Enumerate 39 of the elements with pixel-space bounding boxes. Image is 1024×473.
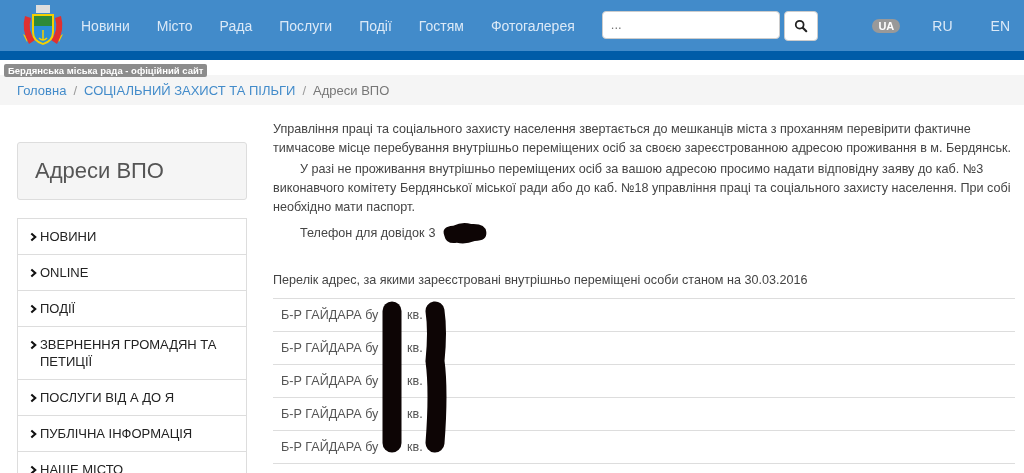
language-link[interactable]: UA <box>872 18 901 33</box>
sidebar-item[interactable]: ПОДІЇ <box>40 300 76 317</box>
address-text: Б-Р ГАЙДАРА бу <box>281 372 379 390</box>
breadcrumb-separator: / <box>302 82 307 98</box>
sidebar-item[interactable]: НОВИНИ <box>40 228 97 245</box>
address-text: Б-Р ГАЙДАРА бу <box>281 405 379 423</box>
phone-number: 3 <box>428 224 436 242</box>
breadcrumb-current: Адреси ВПО <box>313 82 390 98</box>
nav-link[interactable]: Події <box>359 17 392 34</box>
apartment-text: кв. <box>407 339 423 357</box>
address-text: Б-Р ГАЙДАРА бу <box>281 339 379 357</box>
address-text: Б-Р ГАЙДАРА бу <box>281 438 379 456</box>
sidebar-item[interactable]: ПУБЛІЧНА ІНФОРМАЦІЯ <box>40 425 193 442</box>
nav-link[interactable]: Фотогалерея <box>490 17 575 34</box>
breadcrumb-link[interactable]: СОЦІАЛЬНИЙ ЗАХИСТ ТА ПІЛЬГИ <box>84 82 296 98</box>
apartment-text: кв. <box>407 372 423 390</box>
breadcrumb-separator: / <box>73 82 78 98</box>
paragraph: У разі не проживання внутрішньо переміщених осіб за вашою адресою просимо надати відповідну заяву до каб. №3 виконавчого комітету Бердянської міської ради або до каб. №18 управління праці та соціального захисту населення. При собі необхідно мати паспорт. <box>273 161 1012 216</box>
sidebar-item[interactable]: ONLINE <box>40 264 89 281</box>
language-link[interactable]: EN <box>984 16 1016 35</box>
search-field[interactable]: ... <box>601 10 780 39</box>
breadcrumb-link[interactable]: Головна <box>17 82 67 98</box>
phone-label: Телефон для довідок <box>300 224 425 242</box>
nav-link[interactable]: Послуги <box>279 17 333 34</box>
apartment-text: кв. <box>407 306 423 324</box>
apartment-text: кв. <box>407 405 423 423</box>
nav-link[interactable]: Місто <box>156 17 193 34</box>
nav-link[interactable]: Рада <box>219 17 253 34</box>
nav-link[interactable]: Новини <box>81 17 130 34</box>
apartment-text: кв. <box>407 438 423 456</box>
language-link[interactable]: RU <box>926 16 959 35</box>
nav-link[interactable]: Гостям <box>418 17 464 34</box>
sidebar-title: Адреси ВПО <box>17 142 247 200</box>
sidebar-item[interactable]: ЗВЕРНЕННЯ ГРОМАДЯН ТА ПЕТИЦІЇ <box>40 336 234 370</box>
paragraph: Управління праці та соціального захисту населення звертається до мешканців міста з проханням перевірити фактичне тимчасове місце перебування внутрішньо переміщених осіб за своєю зареєстрованною адресою проживання в м. Бердянськ. <box>273 121 1012 157</box>
sidebar-item[interactable]: ПОСЛУГИ ВІД А ДО Я <box>40 389 175 406</box>
list-title: Перелік адрес, за якими зареєстровані внутрішньо переміщені особи станом на 30.03.2016 <box>273 272 809 289</box>
address-text: Б-Р ГАЙДАРА бу <box>281 306 379 324</box>
site-label: Бердянська міська рада - офіційний сайт <box>4 64 208 77</box>
